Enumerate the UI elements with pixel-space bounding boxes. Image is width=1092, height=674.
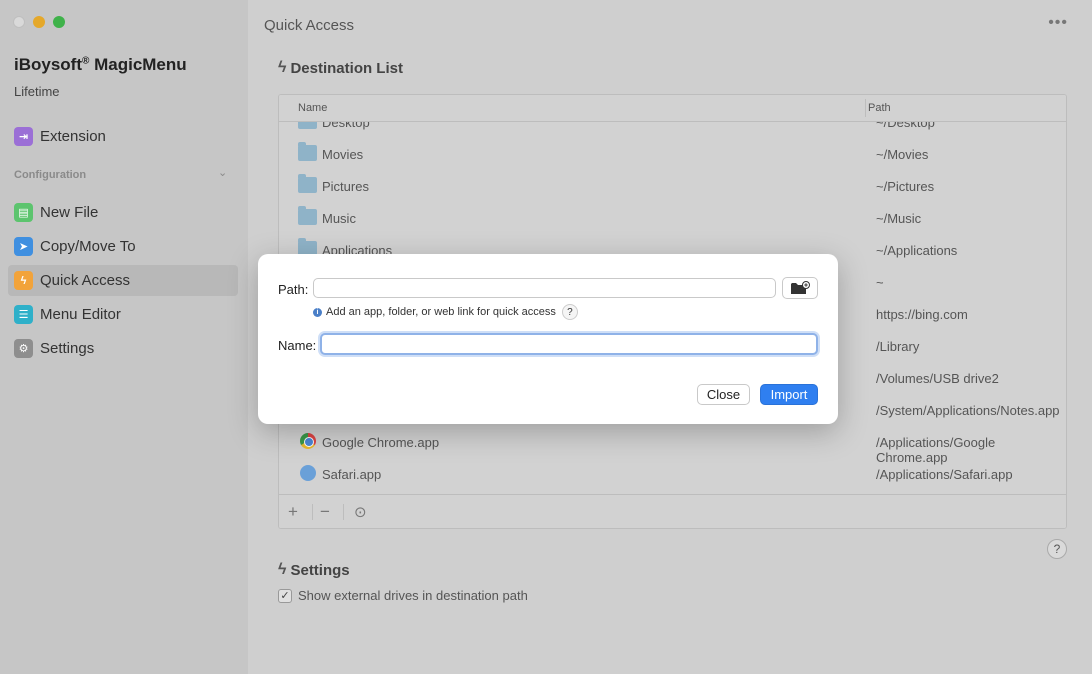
folder-icon: [298, 142, 317, 161]
lightning-icon: ϟ: [14, 271, 33, 290]
lightning-icon: ϟ: [278, 59, 287, 76]
show-external-drives-label: Show external drives in destination path: [298, 588, 528, 603]
maximize-window-button[interactable]: [53, 16, 65, 28]
folder-add-icon: [791, 281, 810, 294]
window-controls: [13, 16, 65, 28]
sidebar-item-extension[interactable]: ⇥ Extension: [8, 121, 238, 152]
sidebar-item-new-file[interactable]: ▤ New File: [8, 197, 238, 228]
name-label: Name:: [278, 338, 317, 353]
show-external-drives-option[interactable]: ✓ Show external drives in destination pa…: [278, 588, 528, 603]
column-header-path[interactable]: Path: [868, 102, 891, 114]
sidebar-item-label: Extension: [40, 128, 106, 145]
path-label: Path:: [278, 282, 309, 297]
table-row[interactable]: Safari.app/Applications/Safari.app: [279, 458, 1066, 490]
sidebar-item-settings[interactable]: ⚙ Settings: [8, 333, 238, 364]
sidebar-item-label: Menu Editor: [40, 306, 121, 323]
add-destination-button[interactable]: +: [288, 502, 298, 522]
toolbar-divider: [312, 504, 313, 520]
table-header: Name Path: [279, 95, 1066, 122]
path-hint: i Add an app, folder, or web link for qu…: [313, 304, 578, 320]
new-file-icon: ▤: [14, 203, 33, 222]
table-row[interactable]: Google Chrome.app/Applications/Google Ch…: [279, 426, 1066, 465]
help-button[interactable]: ?: [1047, 539, 1067, 559]
path-hint-text: Add an app, folder, or web link for quic…: [326, 306, 556, 318]
show-external-drives-checkbox[interactable]: ✓: [278, 588, 292, 603]
folder-icon: [298, 174, 317, 193]
column-divider[interactable]: [865, 99, 866, 117]
sidebar: iBoysoft® MagicMenu Lifetime ⇥ Extension…: [0, 0, 248, 674]
sidebar-item-label: Copy/Move To: [40, 238, 136, 255]
column-header-name[interactable]: Name: [298, 102, 327, 114]
extension-icon: ⇥: [14, 127, 33, 146]
sidebar-item-quick-access[interactable]: ϟ Quick Access: [8, 265, 238, 296]
reveal-destination-button[interactable]: ⊙: [354, 503, 367, 521]
sidebar-item-label: Settings: [40, 340, 95, 357]
section-label-configuration: Configuration: [14, 169, 87, 181]
table-row[interactable]: Movies ~/Movies: [279, 138, 1066, 170]
choose-folder-button[interactable]: [782, 277, 818, 299]
destination-list-heading: ϟ Destination List: [278, 59, 403, 77]
remove-destination-button[interactable]: −: [320, 502, 330, 522]
app-title: iBoysoft® MagicMenu: [14, 55, 187, 74]
minimize-window-button[interactable]: [33, 16, 45, 28]
add-destination-dialog: Path: i Add an app, folder, or web link …: [258, 254, 838, 424]
page-title: Quick Access: [264, 17, 355, 34]
sidebar-item-label: New File: [40, 204, 99, 221]
folder-icon: [298, 206, 317, 225]
close-window-button[interactable]: [13, 16, 25, 28]
close-button[interactable]: Close: [697, 384, 750, 405]
chevron-down-icon[interactable]: ⌄: [218, 166, 227, 179]
settings-heading: ϟ Settings: [278, 561, 350, 579]
toolbar-divider: [343, 504, 344, 520]
lightning-icon: ϟ: [278, 561, 287, 578]
hint-help-button[interactable]: ?: [561, 304, 578, 320]
info-icon: i: [313, 307, 322, 317]
name-input[interactable]: [320, 333, 818, 355]
table-row[interactable]: Pictures ~/Pictures: [279, 170, 1066, 202]
more-options-button[interactable]: •••: [1048, 14, 1068, 32]
sidebar-item-copy-move[interactable]: ➤ Copy/Move To: [8, 231, 238, 262]
path-input[interactable]: [313, 278, 776, 298]
sidebar-item-label: Quick Access: [40, 272, 131, 289]
gear-icon: ⚙: [14, 339, 33, 358]
license-label: Lifetime: [14, 84, 60, 99]
safari-icon: [300, 465, 316, 481]
sidebar-item-menu-editor[interactable]: ☰ Menu Editor: [8, 299, 238, 330]
send-icon: ➤: [14, 237, 33, 256]
table-row[interactable]: Music ~/Music: [279, 202, 1066, 234]
import-button[interactable]: Import: [760, 384, 818, 405]
list-icon: ☰: [14, 305, 33, 324]
chrome-icon: [300, 433, 316, 449]
table-toolbar: + − ⊙: [279, 494, 1066, 528]
